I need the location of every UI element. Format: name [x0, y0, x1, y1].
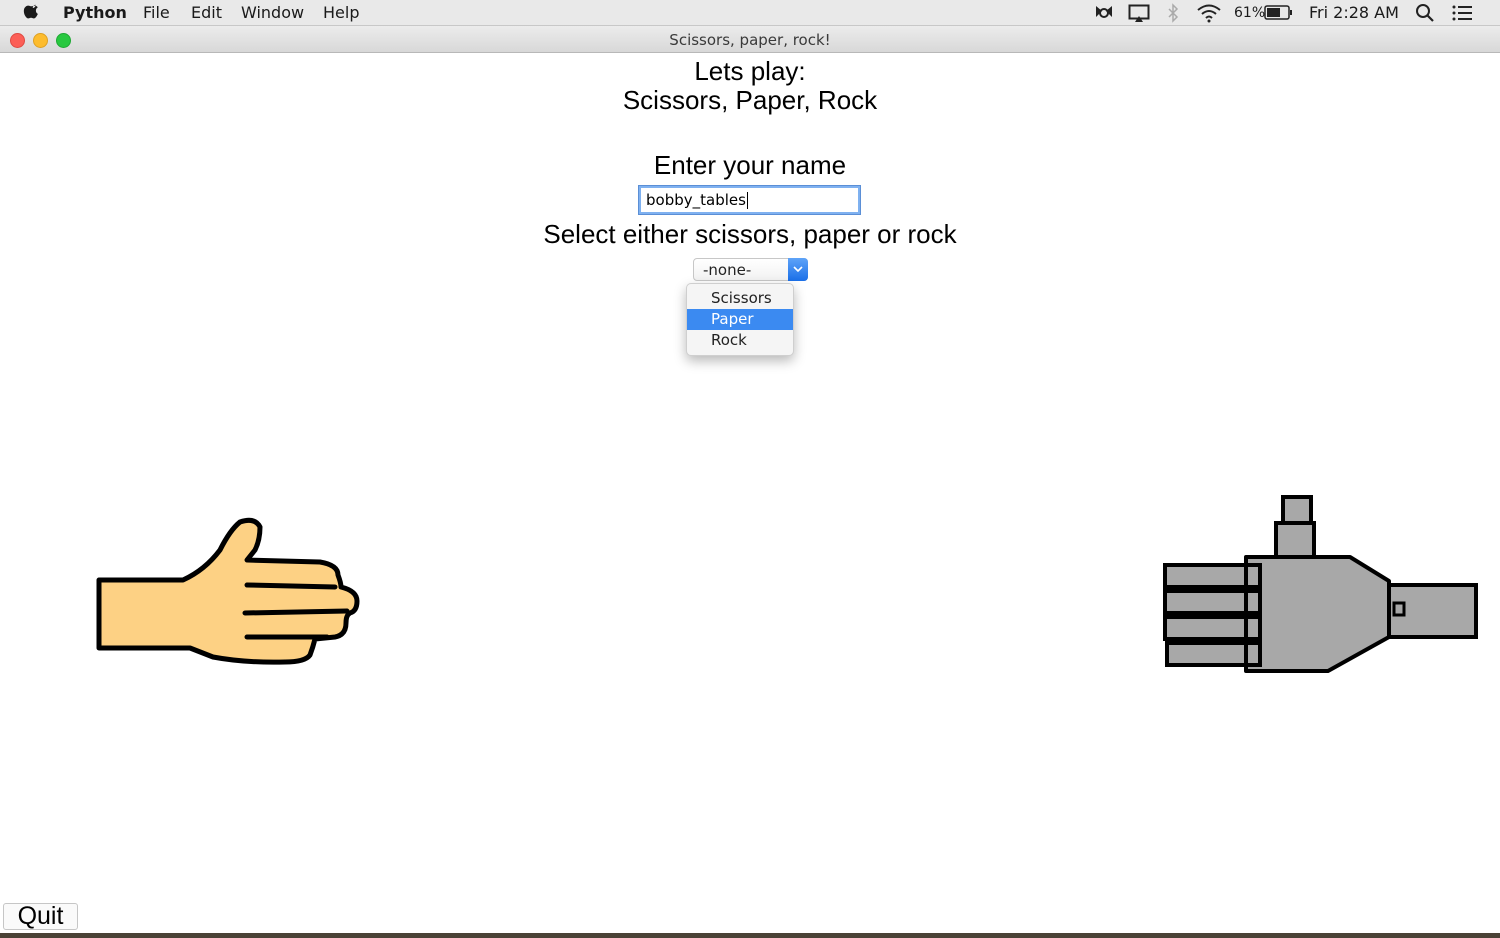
- menu-bar: Python File Edit Window Help 61% Fri 2:2…: [0, 0, 1500, 26]
- wifi-icon[interactable]: [1196, 3, 1222, 23]
- name-prompt: Enter your name: [653, 150, 847, 180]
- menu-window[interactable]: Window: [241, 3, 304, 23]
- option-scissors[interactable]: Scissors: [687, 288, 793, 309]
- menu-file[interactable]: File: [143, 3, 170, 23]
- option-paper[interactable]: Paper: [687, 309, 793, 330]
- apple-icon[interactable]: [22, 2, 42, 22]
- desktop-edge: [0, 933, 1500, 938]
- battery-percent: 61%: [1234, 5, 1266, 21]
- heading-line1: Lets play:: [694, 56, 806, 86]
- game-window-content: Lets play: Scissors, Paper, Rock Enter y…: [0, 53, 1500, 933]
- bluetooth-icon[interactable]: [1166, 3, 1180, 23]
- menu-edit[interactable]: Edit: [191, 3, 222, 23]
- window-titlebar[interactable]: Scissors, paper, rock!: [0, 26, 1500, 53]
- robot-hand-icon: [1163, 495, 1478, 673]
- menu-help[interactable]: Help: [323, 3, 359, 23]
- notification-center-icon[interactable]: [1452, 4, 1474, 22]
- choice-select[interactable]: -none-: [693, 258, 808, 281]
- window-title: Scissors, paper, rock!: [669, 31, 831, 49]
- text-caret: [746, 192, 748, 209]
- airplay-icon[interactable]: [1128, 3, 1150, 23]
- name-input-value: bobby_tables: [646, 191, 746, 209]
- paper-hand-icon: [96, 517, 360, 665]
- notification-icon[interactable]: [1093, 3, 1115, 23]
- chevron-down-icon: [793, 266, 803, 273]
- spotlight-search-icon[interactable]: [1415, 3, 1435, 23]
- select-prompt: Select either scissors, paper or rock: [543, 219, 957, 249]
- quit-button[interactable]: Quit: [3, 903, 78, 930]
- battery-icon[interactable]: [1264, 4, 1294, 22]
- option-rock[interactable]: Rock: [687, 330, 793, 351]
- choice-select-value: -none-: [703, 261, 752, 279]
- heading-line2: Scissors, Paper, Rock: [622, 85, 878, 115]
- menu-app-name[interactable]: Python: [63, 3, 127, 23]
- clock[interactable]: Fri 2:28 AM: [1309, 3, 1399, 23]
- select-arrow-button[interactable]: [788, 258, 808, 281]
- name-input[interactable]: bobby_tables: [638, 185, 861, 215]
- choice-dropdown-menu: Scissors Paper Rock: [686, 283, 794, 356]
